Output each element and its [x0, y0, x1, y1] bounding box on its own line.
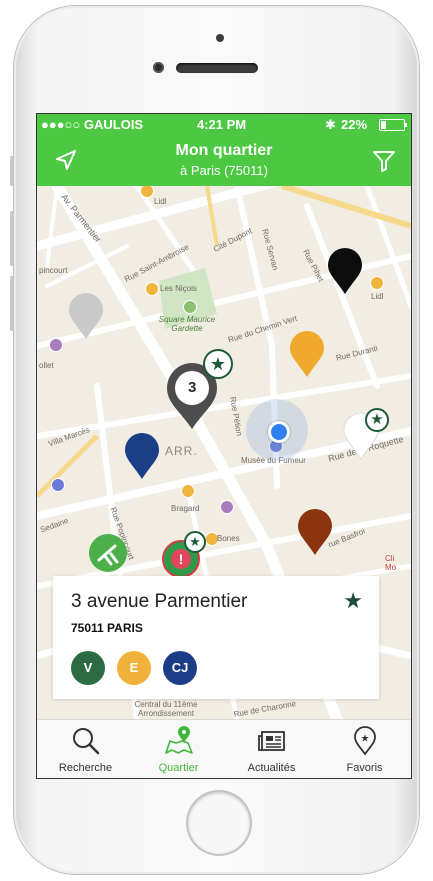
- map-label: Cli Mo: [385, 554, 397, 572]
- tab-label: Favoris: [346, 762, 383, 774]
- clock: 4:21 PM: [197, 117, 247, 132]
- orange-pin[interactable]: [288, 329, 326, 379]
- map-label: ollet: [39, 361, 54, 370]
- tab-quartier[interactable]: Quartier: [132, 720, 225, 778]
- earpiece-speaker: [176, 63, 258, 73]
- bluetooth-icon: ✱: [325, 117, 336, 132]
- filter-icon[interactable]: [371, 148, 397, 174]
- category-badge[interactable]: CJ: [163, 651, 197, 685]
- category-badge[interactable]: V: [71, 651, 105, 685]
- proximity-sensor: [153, 62, 164, 73]
- star-pin-icon: ★: [353, 726, 376, 756]
- volume-up-button: [10, 211, 14, 266]
- location-card[interactable]: 3 avenue Parmentier 75011 PARIS ★ V E CJ: [53, 576, 379, 699]
- metro-poi-icon: [49, 338, 63, 352]
- map-label: Bones: [217, 534, 240, 543]
- grey-pin[interactable]: [67, 291, 105, 341]
- district-label: ARR.: [165, 444, 198, 458]
- metro-poi-icon: [220, 500, 234, 514]
- pin-shape: [298, 509, 332, 555]
- favorite-star-icon: ★: [365, 408, 389, 432]
- map-label: Lidl: [371, 292, 384, 301]
- tab-label: Recherche: [58, 762, 113, 774]
- svg-text:★: ★: [360, 734, 369, 745]
- pin-shape: [125, 433, 159, 479]
- tab-favoris[interactable]: ★ Favoris: [318, 720, 411, 778]
- tab-label: Actualités: [247, 762, 296, 774]
- restaurant-poi-icon: [145, 282, 159, 296]
- card-address: 3 avenue Parmentier: [71, 591, 248, 612]
- favorite-star-icon[interactable]: ★: [343, 588, 363, 614]
- home-button[interactable]: [188, 792, 250, 854]
- current-location-dot: [268, 421, 290, 443]
- category-badge[interactable]: E: [117, 651, 151, 685]
- telescope-icon: [97, 544, 119, 566]
- mute-switch: [10, 156, 14, 186]
- park-poi-icon: [183, 300, 197, 314]
- cluster-count: 3: [188, 379, 197, 396]
- card-city: 75011 PARIS: [71, 621, 143, 635]
- favorite-star-icon: ★: [203, 349, 233, 379]
- green-activity-marker[interactable]: [89, 534, 127, 572]
- screen: ●●●○○ GAULOIS 4:21 PM ✱ 22% Mon quartier…: [37, 114, 411, 778]
- shop-poi-icon: [370, 276, 384, 290]
- pin-shape: [328, 248, 362, 294]
- search-icon: [72, 728, 99, 755]
- front-camera: [216, 34, 224, 42]
- tab-recherche[interactable]: Recherche: [39, 720, 132, 778]
- map-label: pincourt: [39, 266, 68, 275]
- battery-percent: 22%: [341, 117, 368, 132]
- map-pin-icon: [164, 726, 193, 754]
- map-label: Lidl: [154, 197, 167, 206]
- pin-shape: [290, 331, 324, 377]
- shop-poi-icon: [181, 484, 195, 498]
- volume-down-button: [10, 276, 14, 331]
- status-bar: ●●●○○ GAULOIS 4:21 PM ✱ 22%: [37, 114, 411, 134]
- map-label: Bragard: [171, 504, 200, 513]
- map-label: Les Niçois: [160, 284, 197, 293]
- battery-icon: [379, 119, 407, 131]
- map-label: Central du 11ème Arrondissement: [134, 700, 198, 718]
- favorite-star-icon: ★: [184, 531, 206, 553]
- pin-shape: [69, 293, 103, 339]
- nav-bar: Mon quartier à Paris (75011): [37, 134, 411, 186]
- tab-actualites[interactable]: Actualités: [225, 720, 318, 778]
- black-pin[interactable]: [326, 246, 364, 296]
- bus-poi-icon: [51, 478, 65, 492]
- brown-pin[interactable]: [296, 507, 334, 557]
- alert-icon: !: [171, 549, 191, 569]
- map-label: Square Maurice Gardette: [158, 315, 216, 333]
- carrier-label: ●●●○○ GAULOIS: [41, 117, 144, 132]
- navy-pin[interactable]: [123, 431, 161, 481]
- newspaper-icon: [257, 731, 285, 751]
- tab-bar: Recherche Quartier Actualités ★ Favoris: [37, 719, 411, 778]
- page-subtitle: à Paris (75011): [180, 163, 268, 178]
- page-title: Mon quartier: [175, 142, 273, 159]
- tab-label: Quartier: [158, 762, 199, 774]
